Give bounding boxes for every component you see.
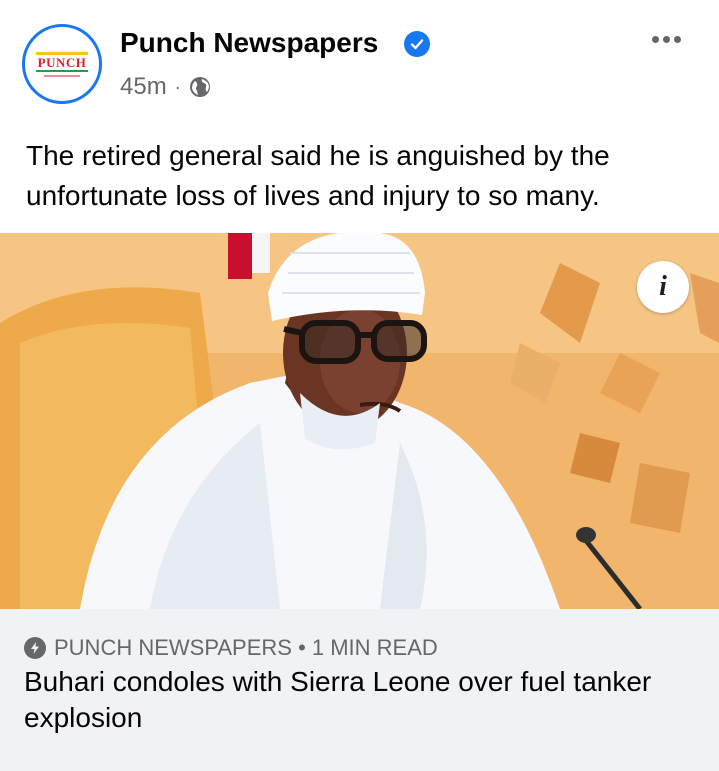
more-dot <box>651 35 659 43</box>
article-photo[interactable] <box>0 233 719 609</box>
more-dot <box>673 35 681 43</box>
post-header: PUNCH Punch Newspapers 45m · <box>0 0 719 120</box>
verified-badge-icon <box>404 31 430 57</box>
globe-icon[interactable] <box>189 76 211 98</box>
punch-logo: PUNCH <box>35 51 89 72</box>
page-avatar[interactable]: PUNCH <box>22 24 102 104</box>
more-dot <box>662 35 670 43</box>
photo-illustration <box>0 233 719 609</box>
post-message: The retired general said he is anguished… <box>26 140 610 211</box>
article-headline[interactable]: Buhari condoles with Sierra Leone over f… <box>24 664 684 736</box>
logo-underline <box>44 74 80 77</box>
meta-separator: · <box>174 77 181 97</box>
link-source: PUNCH NEWSPAPERS • 1 MIN READ <box>24 634 438 662</box>
instant-article-bolt-icon <box>24 637 46 659</box>
post-timestamp[interactable]: 45m <box>120 72 167 102</box>
source-label: PUNCH NEWSPAPERS • 1 MIN READ <box>54 635 438 660</box>
page-name-link[interactable]: Punch Newspapers <box>120 26 378 60</box>
info-icon[interactable]: i <box>637 261 689 313</box>
post-meta: 45m · <box>120 72 211 102</box>
more-options-icon[interactable] <box>646 24 686 54</box>
